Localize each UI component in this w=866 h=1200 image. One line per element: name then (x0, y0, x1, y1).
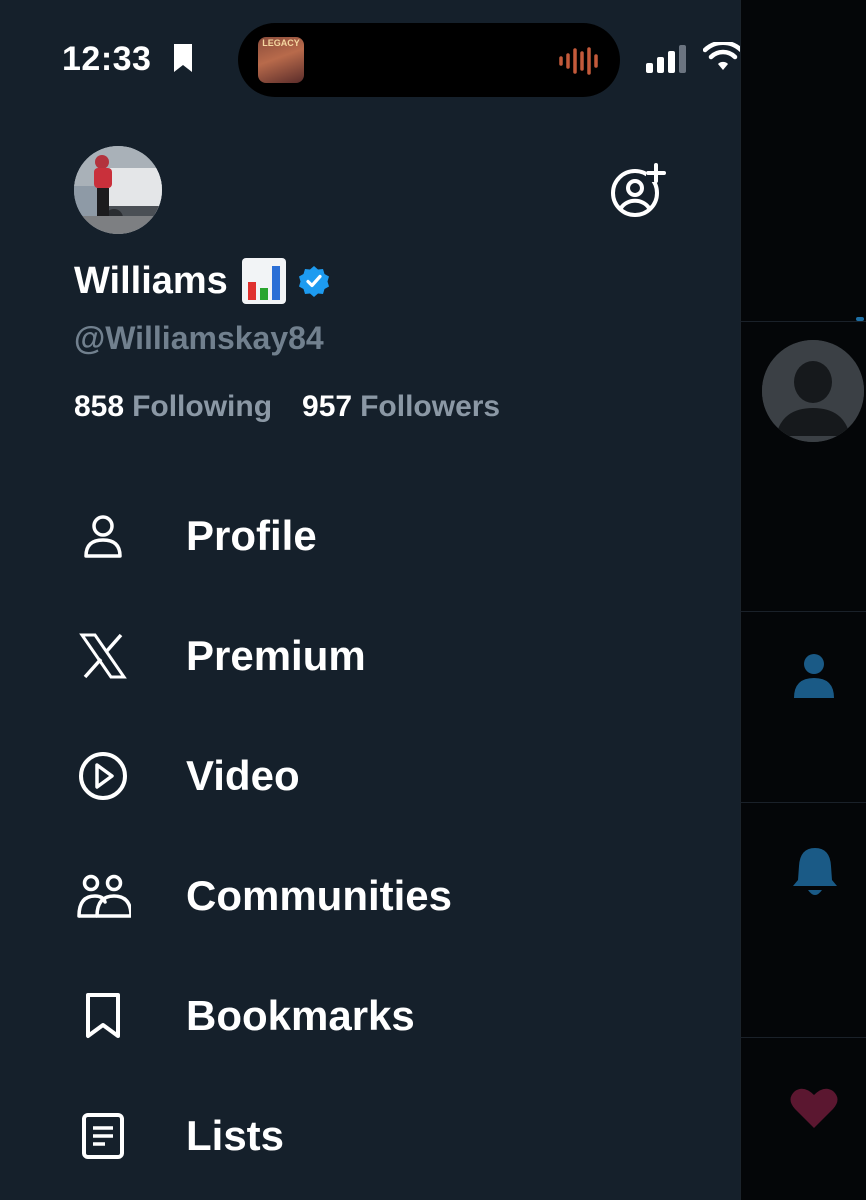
menu-label-premium: Premium (186, 632, 366, 679)
menu-item-communities[interactable]: Communities (72, 861, 712, 931)
following-count: 858 (74, 390, 125, 423)
communities-icon (72, 865, 134, 927)
dynamic-island[interactable]: LEGACY (238, 23, 620, 97)
profile-handle[interactable]: @Williamskay84 (74, 320, 324, 357)
status-time: 12:33 (62, 40, 152, 78)
notifications-bell-icon[interactable] (792, 846, 838, 896)
play-circle-icon (72, 745, 134, 807)
menu-item-video[interactable]: Video (72, 741, 712, 811)
divider (740, 321, 866, 322)
person-tab-icon[interactable] (792, 652, 836, 700)
wifi-icon (703, 42, 743, 70)
menu-label-video: Video (186, 752, 300, 799)
divider (740, 611, 866, 612)
menu-item-bookmarks[interactable]: Bookmarks (72, 981, 712, 1051)
x-logo-icon (72, 625, 134, 687)
follow-stats: 858 Following 957 Followers (74, 390, 500, 424)
menu-item-lists[interactable]: Lists (72, 1101, 712, 1171)
followers-count: 957 (302, 390, 353, 423)
profile-avatar[interactable] (74, 146, 162, 234)
menu-item-profile[interactable]: Profile (72, 501, 712, 571)
bar-chart-emoji-icon (241, 258, 286, 304)
timeline-backdrop[interactable] (740, 0, 866, 1200)
heart-icon[interactable] (790, 1088, 838, 1130)
avatar-photo (74, 146, 162, 234)
menu-label-lists: Lists (186, 1112, 285, 1159)
drawer-edge-line (740, 0, 741, 1200)
bookmark-status-icon (174, 44, 192, 72)
side-drawer: 12:33 LEGACY Williams @Williamskay84 858… (0, 0, 823, 1200)
profile-name-row: Williams (74, 258, 330, 304)
audio-waveform-icon (559, 47, 598, 75)
menu-label-communities: Communities (186, 872, 453, 919)
display-name[interactable]: Williams (74, 260, 228, 303)
followers-link[interactable]: 957 Followers (302, 390, 500, 424)
cellular-signal-icon (646, 45, 686, 73)
tab-indicator (856, 317, 864, 321)
menu-label-profile: Profile (186, 512, 317, 559)
followers-label: Followers (360, 390, 501, 423)
person-icon (72, 505, 134, 567)
divider (740, 802, 866, 803)
following-link[interactable]: 858 Following (74, 390, 272, 424)
divider (740, 1037, 866, 1038)
menu-item-premium[interactable]: Premium (72, 621, 712, 691)
now-playing-art-text: LEGACY (262, 38, 300, 48)
default-avatar[interactable] (762, 340, 864, 442)
default-avatar-silhouette (762, 340, 864, 442)
bookmark-icon (72, 985, 134, 1047)
menu-label-bookmarks: Bookmarks (186, 992, 415, 1039)
verified-badge-icon (298, 266, 329, 297)
now-playing-artwork: LEGACY (258, 37, 304, 83)
list-icon (72, 1105, 134, 1167)
following-label: Following (132, 390, 273, 423)
add-account-icon[interactable] (608, 162, 666, 220)
